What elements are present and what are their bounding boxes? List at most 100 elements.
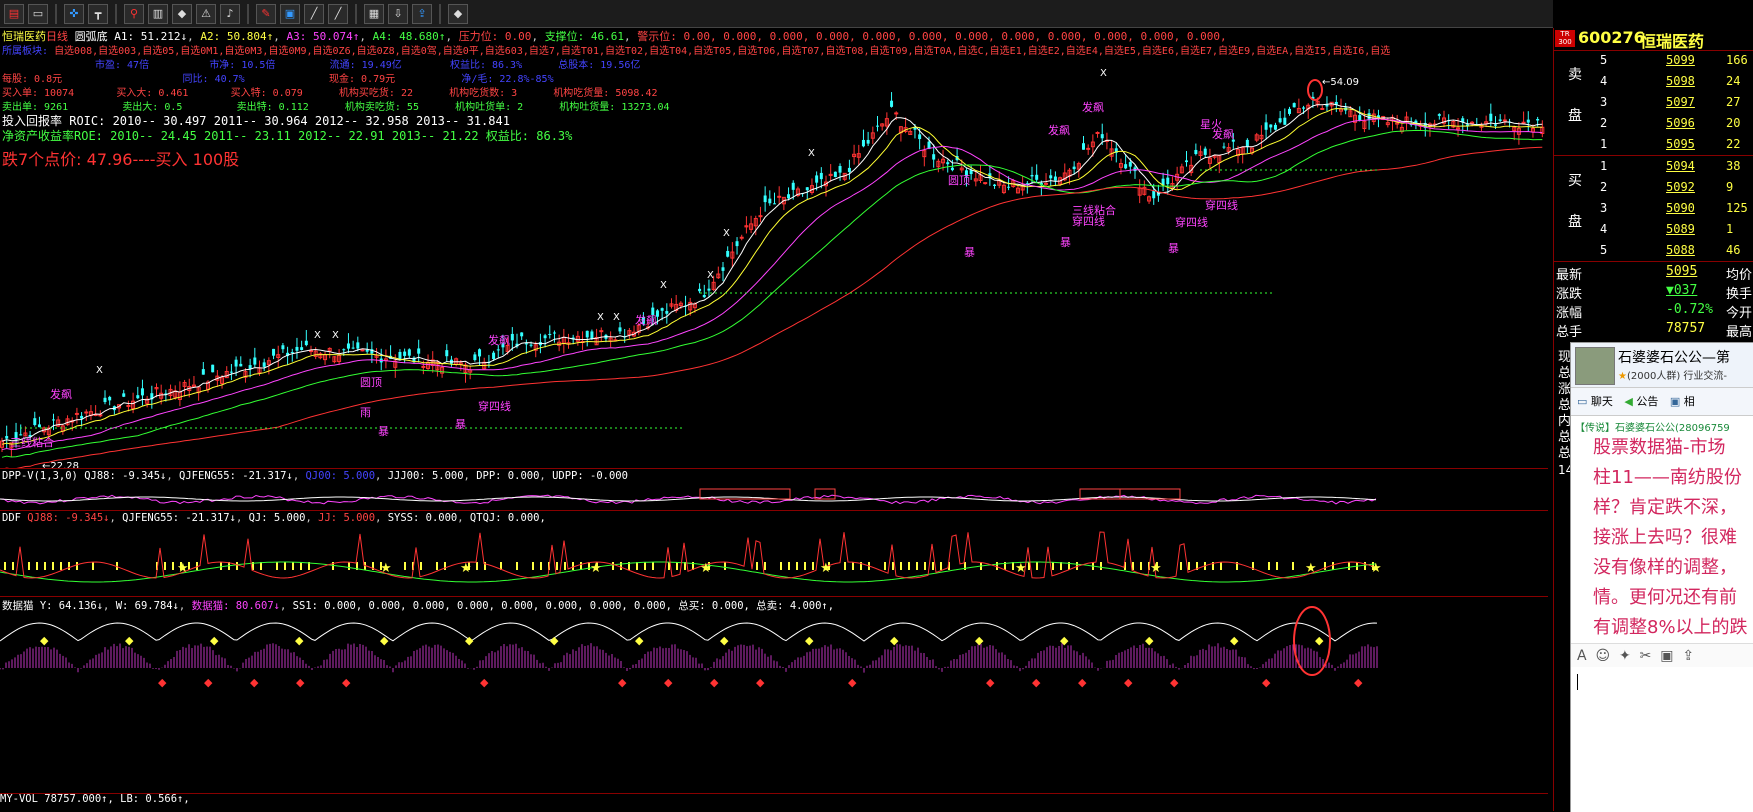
grid-icon[interactable]: ▦ <box>364 3 384 24</box>
candle-body <box>1100 134 1104 139</box>
cat-diamond: ◆ <box>380 634 389 647</box>
candle-body <box>1194 149 1198 155</box>
emoji-icon[interactable]: ☺ <box>1595 648 1610 664</box>
cat-red-diamond: ◆ <box>1032 676 1041 689</box>
order-level: 3 <box>1600 201 1608 215</box>
candle-body <box>136 395 140 399</box>
candle-body <box>1489 113 1493 122</box>
crosshair-icon[interactable]: ✜ <box>64 3 84 24</box>
candle-body <box>1521 121 1526 124</box>
dpp-panel[interactable]: DPP-V(1,3,0) QJ88: -9.345↓, QJFENG55: -2… <box>0 468 1548 511</box>
candle-body <box>478 349 482 357</box>
image-icon[interactable]: ▣ <box>280 3 300 24</box>
image-icon[interactable]: ▣ <box>1660 648 1673 664</box>
app-logo-icon[interactable]: ▤ <box>4 3 24 24</box>
header-line-4: 每股: 0.8元 同比: 40.7% 现金: 0.79元 净/毛: 22.8%-… <box>2 70 554 85</box>
diamond-2-icon[interactable]: ◆ <box>448 3 468 24</box>
bid-book: 1 5094 38 2 5092 9 3 5090 125 4 5089 1 5 5088 46 买盘 <box>1554 156 1753 262</box>
tab-album[interactable]: ▣ 相 <box>1670 388 1695 416</box>
chat-input[interactable] <box>1571 668 1753 812</box>
candle-body <box>1035 174 1039 180</box>
cat-diamond: ◆ <box>550 634 559 647</box>
chat-window[interactable]: 石婆婆石公公—第 ★(2000人群) 行业交流- ▭ 聊天 ◀ 公告 ▣ 相 【… <box>1570 342 1753 812</box>
candle-body <box>122 393 126 397</box>
candle-body <box>1358 115 1362 121</box>
candle-body <box>1536 118 1540 121</box>
order-level: 3 <box>1600 95 1608 109</box>
warning-icon[interactable]: ⚠ <box>196 3 216 24</box>
datacat-panel[interactable]: ◆ ◆ ◆ ◆ ◆ ◆ ◆ ◆ ◆ ◆ ◆ ◆ ◆ ◆ ◆ ◆ ◆ ◆ ◆ ◆ ◆ ◆ ◆ ◆ ◆ ◆ ◆ ◆ ◆ ◆ ◆ ◆ ◆ ◆ 数据猫 Y… <box>0 596 1548 794</box>
order-row: 3 5097 27 <box>1554 92 1753 113</box>
candle-body <box>1124 164 1128 169</box>
candle-body <box>398 351 402 360</box>
order-price: 5097 <box>1666 95 1695 109</box>
order-price: 5096 <box>1666 116 1695 130</box>
candle-body <box>272 348 276 356</box>
candle-body <box>529 344 533 346</box>
cat-red-diamond: ◆ <box>664 676 673 689</box>
tab-notice[interactable]: ◀ 公告 <box>1624 388 1658 416</box>
chat-line: 样？肯定跌不深， <box>1593 497 1737 518</box>
font-icon[interactable]: A <box>1577 648 1587 664</box>
magic-icon[interactable]: ✦ <box>1619 648 1631 664</box>
candle-body <box>950 167 954 171</box>
stock-code: 600276 <box>1578 28 1645 47</box>
chat-line: 股票数据猫-市场 <box>1593 437 1726 458</box>
signal-annotation: 穿四线 <box>1205 198 1238 212</box>
share-icon[interactable]: ⇪ <box>412 3 432 24</box>
cat-red-diamond: ◆ <box>1262 676 1271 689</box>
candle-body <box>890 100 894 107</box>
header-line-6: 卖出单: 9261 卖出大: 0.5 卖出特: 0.112 机构卖吃货: 55 … <box>2 102 670 113</box>
candle-body <box>833 171 837 178</box>
roe-line: 净资产收益率ROE: 2010-- 24.45 2011-- 23.11 201… <box>2 129 573 143</box>
candle-body <box>1526 119 1530 123</box>
line-tool-icon[interactable]: ╱ <box>304 3 324 24</box>
signal-annotation: 三线粘合 <box>10 435 54 449</box>
download-icon[interactable]: ⇩ <box>388 3 408 24</box>
ddf-panel[interactable]: ★ ★ ★ ★ ★ ★ ★ ★ ★ ★ DDF QJ88: -9.345↓, QJFENG55: … <box>0 510 1548 597</box>
candle-body <box>1086 147 1091 150</box>
high-price-label: ←54.09 <box>1322 77 1359 88</box>
bar-indicator-icon[interactable]: ▥ <box>148 3 168 24</box>
candle-body <box>80 415 84 419</box>
quote-value: 5095 <box>1666 264 1698 279</box>
ddf-star: ★ <box>820 561 832 576</box>
x-marker: X <box>597 312 604 323</box>
toolbar-separator <box>115 3 117 24</box>
candle-body <box>1203 148 1207 155</box>
line-tool-2-icon[interactable]: ╱ <box>328 3 348 24</box>
candle-body <box>1502 119 1507 122</box>
candle-body <box>1095 131 1100 134</box>
candle-body <box>1128 162 1132 167</box>
order-row: 1 5095 22 <box>1554 134 1753 155</box>
candle-body <box>98 414 103 417</box>
screenshot-icon[interactable]: ✂ <box>1640 648 1652 664</box>
upload-icon[interactable]: ⇪ <box>1682 648 1694 664</box>
ddf-star: ★ <box>380 561 392 576</box>
pen-icon[interactable]: ✎ <box>256 3 276 24</box>
signal-annotation: 暴 <box>964 246 975 259</box>
ddf-star: ★ <box>1370 561 1382 576</box>
candle-body <box>281 345 285 350</box>
candle-body <box>894 112 899 115</box>
bell-icon[interactable]: ♪ <box>220 3 240 24</box>
order-vol: 1 <box>1726 222 1734 236</box>
diamond-icon[interactable]: ◆ <box>172 3 192 24</box>
candle-body <box>37 424 41 428</box>
signal-annotation: 发飙 <box>50 387 72 401</box>
candle-body <box>876 125 879 127</box>
tab-chat[interactable]: ▭ 聊天 <box>1577 388 1613 416</box>
window-icon[interactable]: ▭ <box>28 3 48 24</box>
order-row: 2 5092 9 <box>1554 177 1753 198</box>
quote-stats: 最新 5095 均价 涨跌 ▼037 换手 涨幅 -0.72% 今开 总手 78757 最高 <box>1554 262 1753 346</box>
person-icon[interactable]: ⚲ <box>124 3 144 24</box>
signal-annotation: 雨 <box>360 406 371 419</box>
candle-body <box>417 348 421 354</box>
candle-body <box>52 419 55 421</box>
candle-body <box>5 436 9 439</box>
ddf-line <box>0 561 1377 583</box>
draw-line-icon[interactable]: ┳ <box>88 3 108 24</box>
ddf-star: ★ <box>177 561 189 576</box>
main-chart-panel[interactable]: 发飙 发飙 发飙 发飙 发飙 发飙 圆顶 圆顶 三线粘合 三线粘合 穿四线 穿四线 穿四线 穿四线雨暴暴暴… <box>0 28 1548 469</box>
chat-line: 接涨上去吗？很难 <box>1593 527 1737 548</box>
